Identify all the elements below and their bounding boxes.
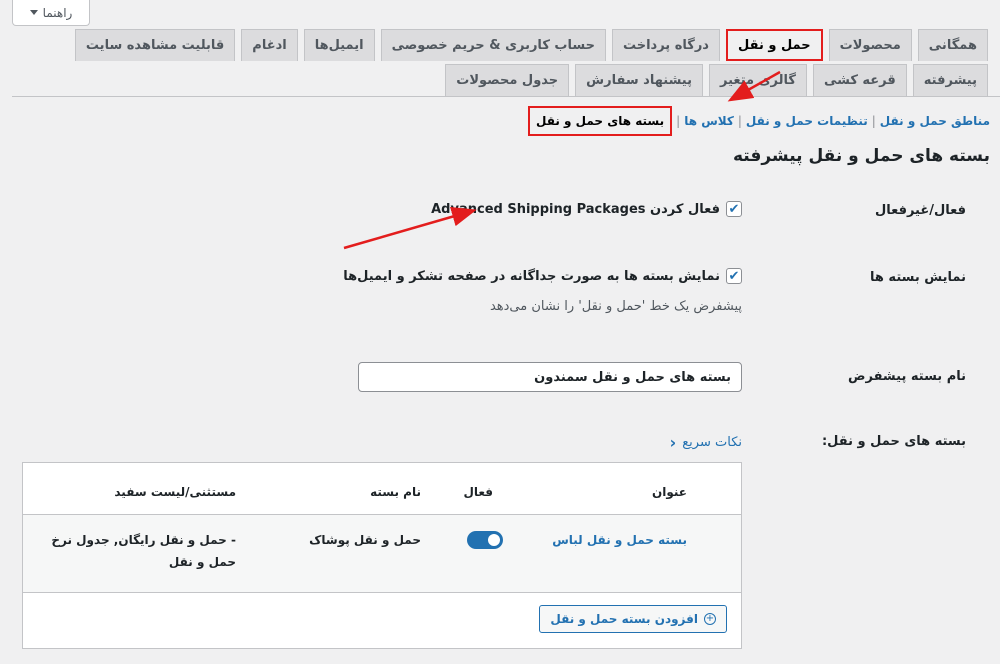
subnav-packages[interactable]: بسته های حمل و نقل <box>527 106 673 136</box>
plus-circle-icon: + <box>704 613 716 625</box>
table-footer-divider <box>23 592 741 593</box>
tab-general[interactable]: همگانی <box>917 29 988 61</box>
package-exclusion-line2: حمل و نقل <box>168 555 236 569</box>
tab-lottery[interactable]: قرعه کشی <box>812 64 907 96</box>
tab-products[interactable]: محصولات <box>828 29 912 61</box>
tab-integration[interactable]: ادغام <box>241 29 298 61</box>
default-name-input[interactable] <box>358 362 742 392</box>
tab-emails[interactable]: ایمیل‌ها <box>303 29 375 61</box>
packages-table: عنوان فعال نام بسته مستثنی/لیست سفید بست… <box>22 462 742 649</box>
column-exclusion: مستثنی/لیست سفید <box>114 485 236 499</box>
column-active: فعال <box>463 485 493 499</box>
tab-order-suggestion[interactable]: پیشنهاد سفارش <box>575 64 703 96</box>
settings-tabs: همگانی محصولات حمل و نقل درگاه پرداخت حس… <box>22 29 988 96</box>
column-package-name: نام بسته <box>370 485 421 499</box>
packages-label: بسته های حمل و نقل: <box>821 434 966 449</box>
add-package-button[interactable]: + افزودن بسته حمل و نقل <box>539 605 727 633</box>
display-checkbox-label[interactable]: نمایش بسته ها به صورت جداگانه در صفحه تش… <box>343 269 720 284</box>
column-title: عنوان <box>652 485 687 499</box>
default-name-label: نام بسته پیشفرض <box>848 369 966 384</box>
tab-accounts-privacy[interactable]: حساب کاربری & حریم خصوصی <box>380 29 606 61</box>
tab-product-table[interactable]: جدول محصولات <box>445 64 570 96</box>
subnav-zones[interactable]: مناطق حمل و نقل <box>880 114 990 128</box>
subnav-separator: | <box>871 114 876 128</box>
package-title-link[interactable]: بسته حمل و نقل لباس <box>552 533 687 547</box>
chevron-left-icon: ‹ <box>669 433 677 452</box>
tab-site-visibility[interactable]: قابلیت مشاهده سایت <box>74 29 236 61</box>
quick-tips-link[interactable]: نکات سریع ‹ <box>670 433 742 452</box>
toggle-knob <box>488 534 500 546</box>
subnav-separator: | <box>676 114 681 128</box>
help-label: راهنما <box>42 5 73 20</box>
package-exclusion-line1: - حمل و نقل رایگان, جدول نرخ <box>51 533 236 547</box>
display-label: نمایش بسته ها <box>870 270 966 285</box>
enable-field: ✔ فعال کردن Advanced Shipping Packages <box>431 201 742 217</box>
subnav-classes[interactable]: کلاس ها <box>684 114 734 128</box>
enable-checkbox[interactable]: ✔ <box>726 201 742 217</box>
quick-tips-label: نکات سریع <box>682 435 742 450</box>
display-field: ✔ نمایش بسته ها به صورت جداگانه در صفحه … <box>343 268 742 284</box>
package-name-cell: حمل و نقل پوشاک <box>309 533 421 547</box>
add-package-label: افزودن بسته حمل و نقل <box>550 612 698 626</box>
help-button[interactable]: راهنما <box>12 0 90 26</box>
tab-payments[interactable]: درگاه پرداخت <box>611 29 720 61</box>
tabs-divider <box>12 96 1000 97</box>
caret-down-icon <box>29 10 38 15</box>
tab-variation-gallery[interactable]: گالری متغیر <box>709 64 807 96</box>
shipping-subnav: مناطق حمل و نقل | تنظیمات حمل و نقل | کل… <box>527 106 990 136</box>
enable-label: فعال/غیرفعال <box>874 203 966 218</box>
subnav-options[interactable]: تنظیمات حمل و نقل <box>746 114 868 128</box>
display-description: پیشفرض یک خط 'حمل و نقل' را نشان می‌دهد <box>489 299 742 314</box>
display-checkbox[interactable]: ✔ <box>726 268 742 284</box>
subnav-separator: | <box>737 114 742 128</box>
table-row: بسته حمل و نقل لباس حمل و نقل پوشاک - حم… <box>23 515 741 592</box>
tab-shipping[interactable]: حمل و نقل <box>725 29 823 61</box>
package-active-toggle[interactable] <box>467 531 503 549</box>
page-title: بسته های حمل و نقل پیشرفته <box>732 146 990 166</box>
enable-checkbox-label[interactable]: فعال کردن Advanced Shipping Packages <box>431 202 720 217</box>
tab-advanced[interactable]: پیشرفته <box>912 64 988 96</box>
